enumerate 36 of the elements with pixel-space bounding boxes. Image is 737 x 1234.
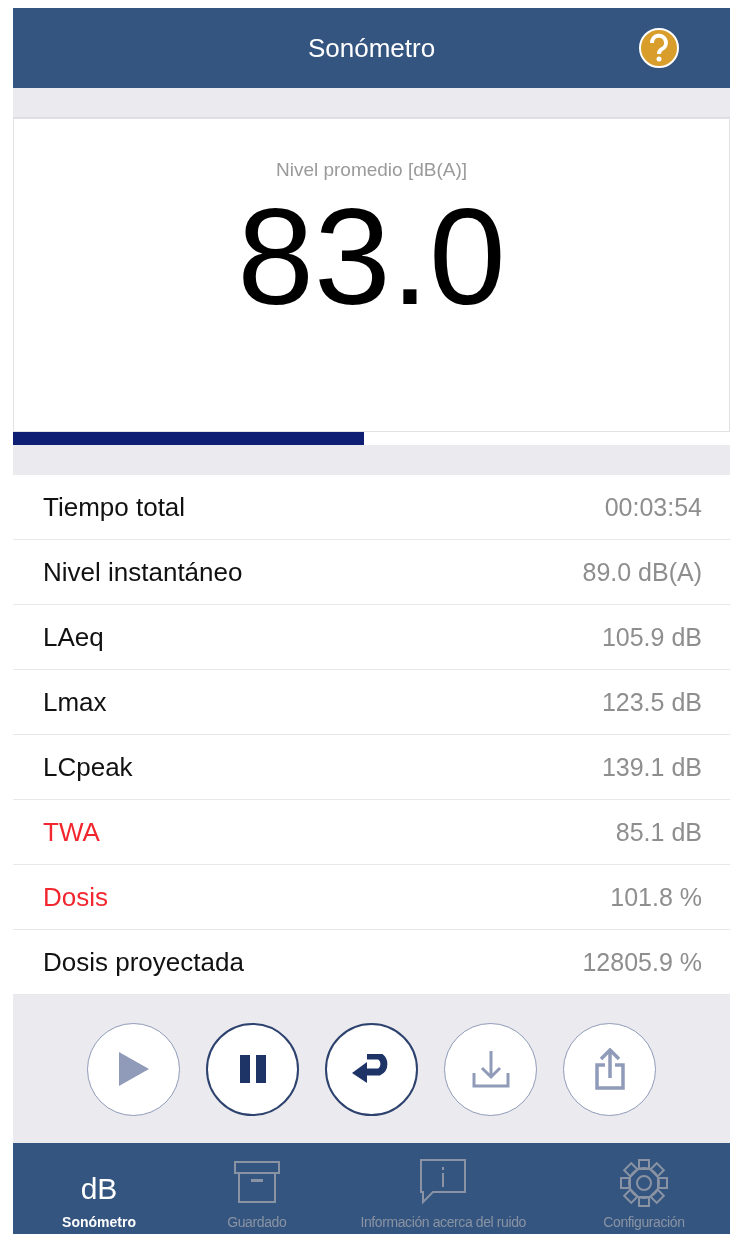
metric-value: 105.9 dB (601, 622, 702, 652)
tab-label: Información acerca del ruido (360, 1214, 526, 1230)
tab-item[interactable]: Guardado (185, 1143, 329, 1234)
tab-item[interactable]: dB Sonómetro (13, 1143, 186, 1234)
metric-label: Dosis (43, 881, 108, 913)
metric-value: 89.0 dB(A) (582, 557, 702, 587)
tab-label: Guardado (227, 1214, 287, 1230)
meter-value: 83.0 (237, 187, 506, 325)
help-icon[interactable] (638, 27, 680, 69)
play-icon (116, 1050, 151, 1088)
metric-label: Lmax (43, 686, 107, 718)
metric-value: 12805.9 % (582, 947, 702, 977)
tab-label: Configuración (603, 1214, 685, 1230)
metric-value: 101.8 % (610, 882, 702, 912)
metric-label: Nivel instantáneo (43, 556, 243, 588)
metric-value: 139.1 dB (601, 752, 702, 782)
metric-label: LCpeak (43, 751, 133, 783)
share-icon (593, 1048, 626, 1090)
archive-box-icon (232, 1160, 281, 1204)
meter-label: Nivel promedio [dB(A)] (275, 159, 468, 181)
tab-label: Sonómetro (62, 1214, 136, 1230)
download-icon (470, 1049, 511, 1089)
metric-value: 00:03:54 (604, 492, 702, 522)
tab-item[interactable]: Configuración (557, 1143, 730, 1234)
tab-icon-text: dB (80, 1172, 118, 1206)
metric-value: 123.5 dB (601, 687, 702, 717)
metric-label: Tiempo total (43, 491, 186, 523)
tab-item[interactable]: Información acerca del ruido (328, 1143, 558, 1234)
metric-label: TWA (43, 816, 100, 848)
metric-value: 85.1 dB (615, 817, 702, 847)
settings-icon (618, 1158, 669, 1208)
pause-icon (237, 1054, 268, 1084)
info-bubble-icon (419, 1158, 468, 1206)
metric-label: LAeq (43, 621, 104, 653)
screen-title: Sonómetro (307, 32, 436, 64)
metric-label: Dosis proyectada (43, 946, 244, 978)
